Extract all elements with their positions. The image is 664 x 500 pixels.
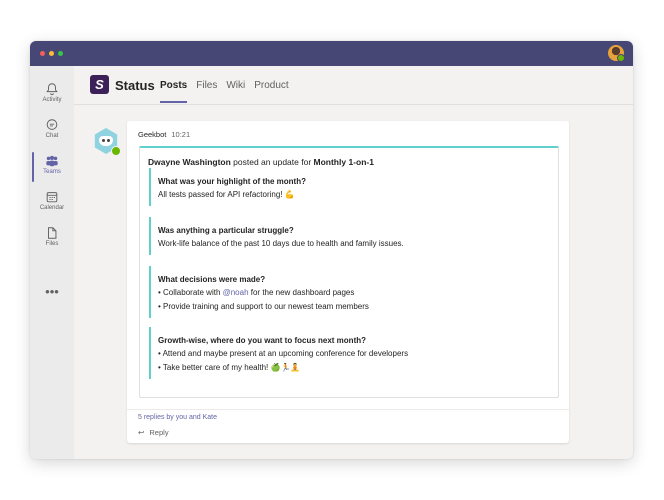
rail-label-teams: Teams xyxy=(43,169,61,175)
card-title: Dwayne Washington posted an update for M… xyxy=(148,157,374,167)
bell-icon xyxy=(46,83,58,96)
answer-text: • Attend and maybe present at an upcomin… xyxy=(158,349,409,358)
chat-icon xyxy=(46,119,58,130)
divider xyxy=(127,409,569,410)
calendar-icon xyxy=(46,192,58,203)
answer-text: • Provide training and support to our ne… xyxy=(158,302,369,311)
channel-tabs: Posts Files Wiki Product xyxy=(160,80,298,104)
card-user: Dwayne Washington xyxy=(148,157,231,167)
reply-label: Reply xyxy=(149,428,169,437)
answer-text: for the new dashboard pages xyxy=(248,288,355,297)
title-bar xyxy=(30,41,633,66)
tab-product[interactable]: Product xyxy=(254,80,288,104)
status-app-logo: S xyxy=(90,75,109,94)
reply-arrow-icon: ↩ xyxy=(138,428,145,437)
question-block: Was anything a particular struggle? Work… xyxy=(149,217,558,255)
presence-icon xyxy=(617,54,625,62)
question-block: What was your highlight of the month? Al… xyxy=(149,168,558,206)
rail-item-activity[interactable]: Activity xyxy=(30,78,74,112)
question-block: Growth-wise, where do you want to focus … xyxy=(149,327,558,379)
rail-label-activity: Activity xyxy=(42,97,62,103)
teams-icon xyxy=(46,155,58,167)
close-window-button[interactable] xyxy=(40,51,45,56)
question-text: What was your highlight of the month? xyxy=(158,177,306,186)
question-text: Growth-wise, where do you want to focus … xyxy=(158,336,367,345)
minimize-window-button[interactable] xyxy=(49,51,54,56)
rail-label-chat: Chat xyxy=(45,133,59,139)
answer-text: All tests passed for API refactoring! 💪 xyxy=(158,190,295,199)
rail-label-files: Files xyxy=(45,241,59,247)
post-author: Geekbot xyxy=(138,130,167,139)
bot-face-icon xyxy=(99,136,113,146)
answer-text: Work-life balance of the past 10 days du… xyxy=(158,239,404,248)
more-apps-button[interactable]: ••• xyxy=(30,284,74,299)
replies-link[interactable]: 5 replies by you and Kate xyxy=(138,414,217,421)
message-post: Geekbot 10:21 Dwayne Washington posted an… xyxy=(127,121,569,443)
answer-text: • Collaborate with xyxy=(158,288,223,297)
rail-item-teams[interactable]: Teams xyxy=(30,150,74,184)
card-standup: Monthly 1-on-1 xyxy=(313,157,374,167)
rail-item-calendar[interactable]: Calendar xyxy=(30,186,74,220)
tab-files[interactable]: Files xyxy=(196,80,217,104)
channel-header: S Status Posts Files Wiki Product xyxy=(74,66,633,105)
question-text: What decisions were made? xyxy=(158,275,266,284)
presence-icon xyxy=(111,146,121,156)
tab-posts[interactable]: Posts xyxy=(160,80,188,104)
geekbot-avatar[interactable] xyxy=(93,128,121,156)
answer-line: • Collaborate with @noah for the new das… xyxy=(158,287,558,298)
question-block: What decisions were made? • Collaborate … xyxy=(149,266,558,318)
rail-label-calendar: Calendar xyxy=(39,205,65,211)
card-title-middle: posted an update for xyxy=(230,157,314,167)
app-rail: Activity Chat Teams Calendar Files ••• xyxy=(30,66,74,459)
standup-card: Dwayne Washington posted an update for M… xyxy=(139,146,559,398)
post-time: 10:21 xyxy=(171,130,191,139)
file-icon xyxy=(48,227,57,239)
maximize-window-button[interactable] xyxy=(58,51,63,56)
tab-wiki[interactable]: Wiki xyxy=(226,80,245,104)
reply-button[interactable]: ↩ Reply xyxy=(138,428,169,437)
question-text: Was anything a particular struggle? xyxy=(158,226,294,235)
user-avatar[interactable] xyxy=(608,45,625,62)
rail-item-chat[interactable]: Chat xyxy=(30,114,74,148)
teams-window: Activity Chat Teams Calendar Files ••• S… xyxy=(30,41,633,459)
mention-link[interactable]: @noah xyxy=(223,288,249,297)
page-title: Status xyxy=(115,78,155,93)
answer-text: • Take better care of my health! 🍏🏃🧘 xyxy=(158,363,301,372)
post-header: Geekbot 10:21 xyxy=(138,130,190,139)
rail-item-files[interactable]: Files xyxy=(30,222,74,256)
